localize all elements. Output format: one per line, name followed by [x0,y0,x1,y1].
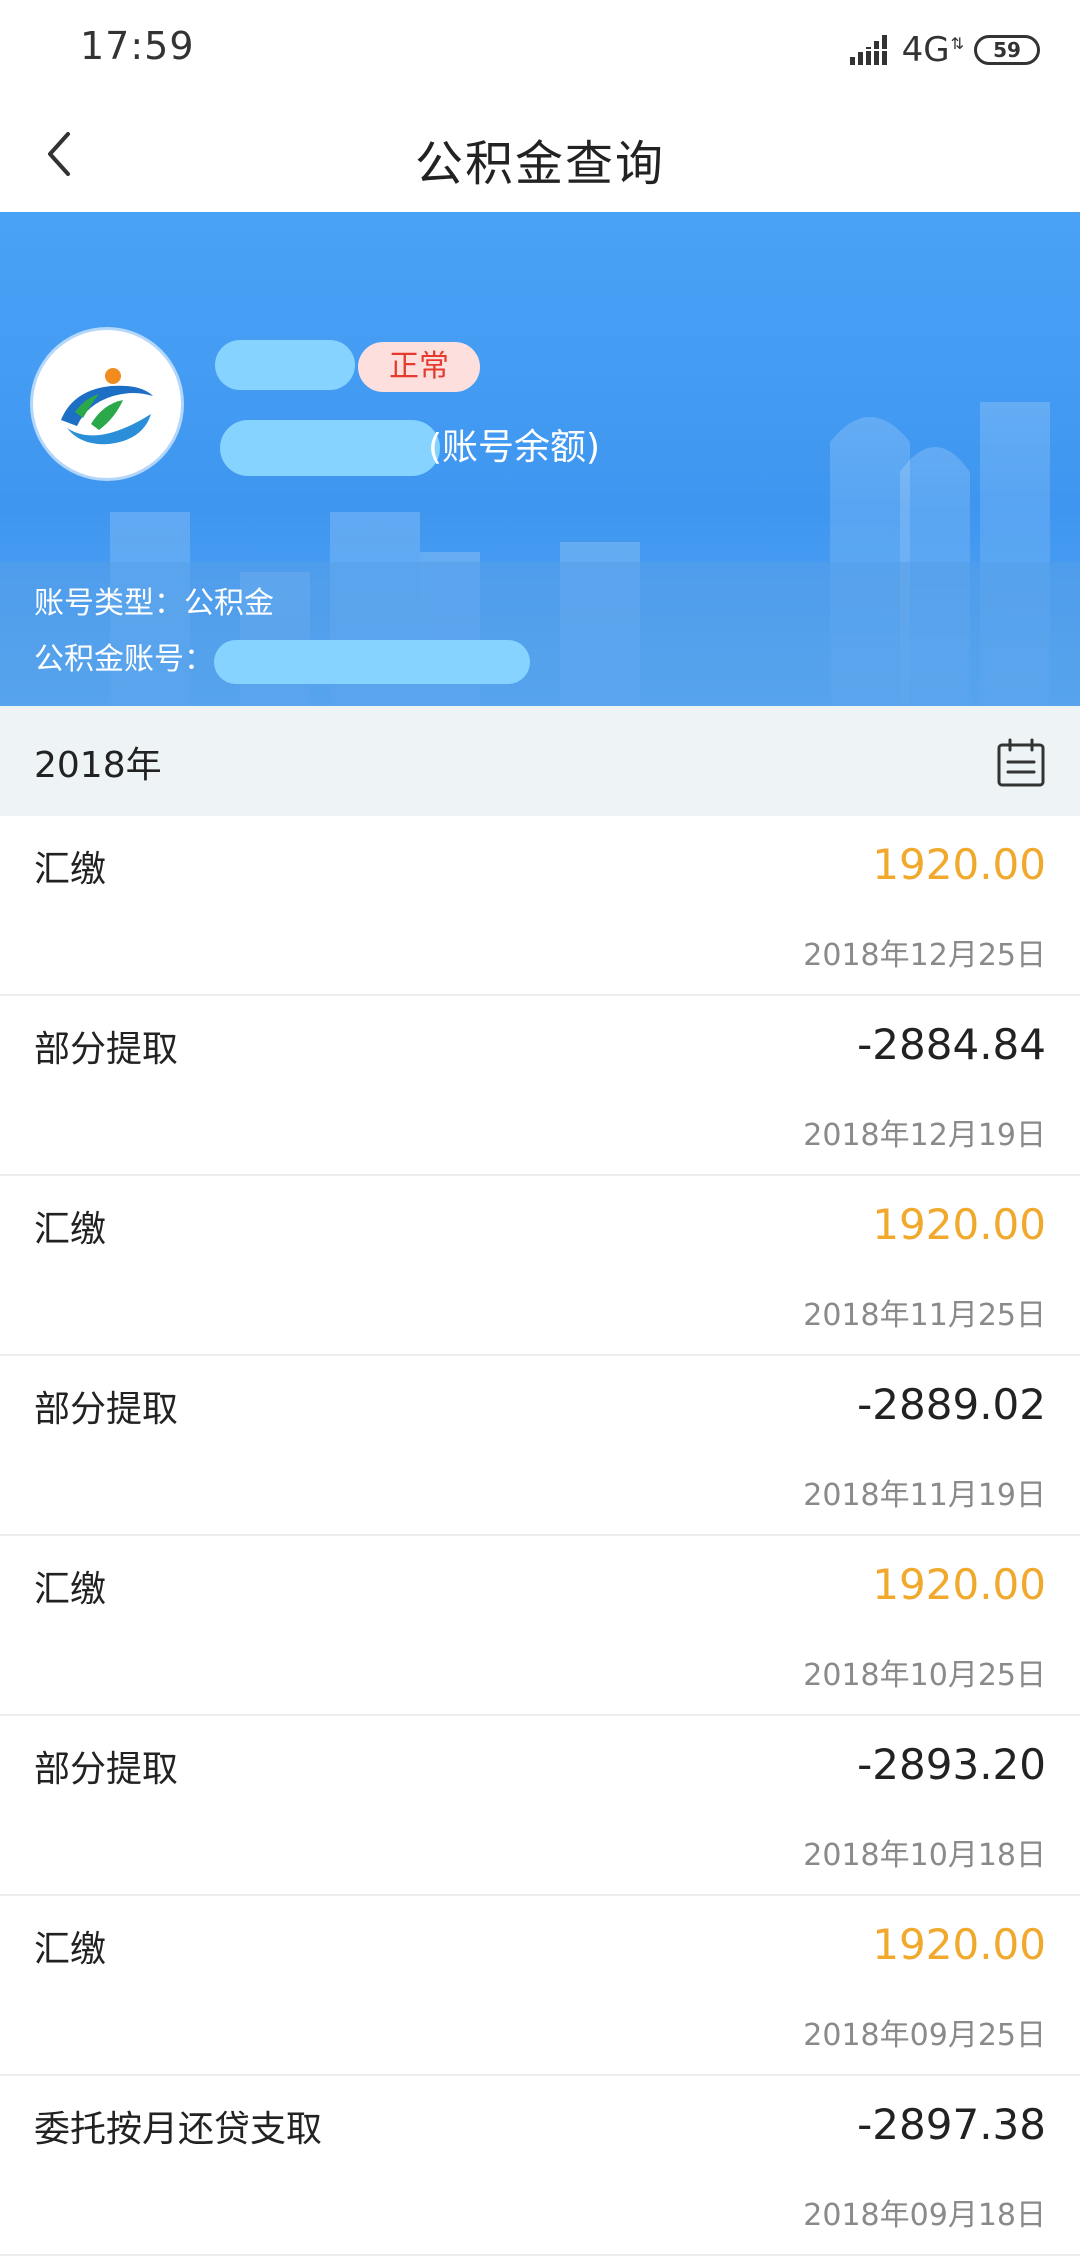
transaction-list: 汇缴 1920.00 2018年12月25日 部分提取 -2884.84 201… [0,816,1080,2256]
transaction-item[interactable]: 部分提取 -2889.02 2018年11月19日 [0,1356,1080,1536]
balance-label: (账号余额) [428,427,601,468]
transaction-item[interactable]: 部分提取 -2884.84 2018年12月19日 [0,996,1080,1176]
transaction-amount: 1920.00 [872,1560,1046,1609]
transaction-type: 部分提取 [34,1029,179,1070]
year-header: 2018年 [0,706,1080,816]
transaction-date: 2018年11月25日 [803,1298,1046,1333]
transaction-amount: -2893.20 [857,1740,1046,1789]
nav-bar: 公积金查询 [0,100,1080,212]
signal-icon [849,35,892,65]
transaction-type: 汇缴 [34,1209,107,1250]
transaction-type: 汇缴 [34,849,107,890]
transaction-type: 汇缴 [34,1569,107,1610]
battery-icon: 59 [974,35,1040,65]
transaction-amount: -2897.38 [857,2100,1046,2149]
status-indicators: 4G⇅ 59 [849,30,1040,70]
fund-logo-avatar [33,330,181,478]
transaction-item[interactable]: 汇缴 1920.00 2018年12月25日 [0,816,1080,996]
transaction-date: 2018年10月18日 [803,1838,1046,1873]
transaction-amount: 1920.00 [872,1920,1046,1969]
transaction-item[interactable]: 委托按月还贷支取 -2897.38 2018年09月18日 [0,2076,1080,2256]
redacted-balance [220,420,440,476]
status-bar: 17:59 4G⇅ 59 [0,0,1080,100]
transaction-amount: -2884.84 [857,1020,1046,1069]
status-badge: 正常 [358,342,480,392]
transaction-type: 部分提取 [34,1389,179,1430]
account-type: 账号类型：公积金 [34,586,274,621]
transaction-amount: 1920.00 [872,1200,1046,1249]
transaction-amount: -2889.02 [857,1380,1046,1429]
transaction-item[interactable]: 汇缴 1920.00 2018年09月25日 [0,1896,1080,2076]
transaction-date: 2018年11月19日 [803,1478,1046,1513]
transaction-type: 汇缴 [34,1929,107,1970]
page-title: 公积金查询 [414,136,665,192]
transaction-item[interactable]: 部分提取 -2893.20 2018年10月18日 [0,1716,1080,1896]
redacted-account-number [214,640,530,684]
fund-logo-icon [37,334,177,474]
transaction-date: 2018年10月25日 [803,1658,1046,1693]
transaction-type: 部分提取 [34,1749,179,1790]
redacted-name [215,340,355,390]
account-number-label: 公积金账号： [34,642,214,677]
account-header: 正常 (账号余额) 账号类型：公积金 公积金账号： [0,212,1080,706]
year-label: 2018年 [34,745,162,786]
network-type: 4G⇅ [901,30,964,70]
transaction-type: 委托按月还贷支取 [34,2109,323,2150]
calendar-icon[interactable] [996,738,1046,788]
data-activity-icon: ⇅ [950,34,964,53]
transaction-date: 2018年09月25日 [803,2018,1046,2053]
transaction-item[interactable]: 汇缴 1920.00 2018年10月25日 [0,1536,1080,1716]
status-time: 17:59 [80,24,195,68]
transaction-amount: 1920.00 [872,840,1046,889]
transaction-date: 2018年12月19日 [803,1118,1046,1153]
transaction-date: 2018年09月18日 [803,2198,1046,2233]
transaction-date: 2018年12月25日 [803,938,1046,973]
transaction-item[interactable]: 汇缴 1920.00 2018年11月25日 [0,1176,1080,1356]
